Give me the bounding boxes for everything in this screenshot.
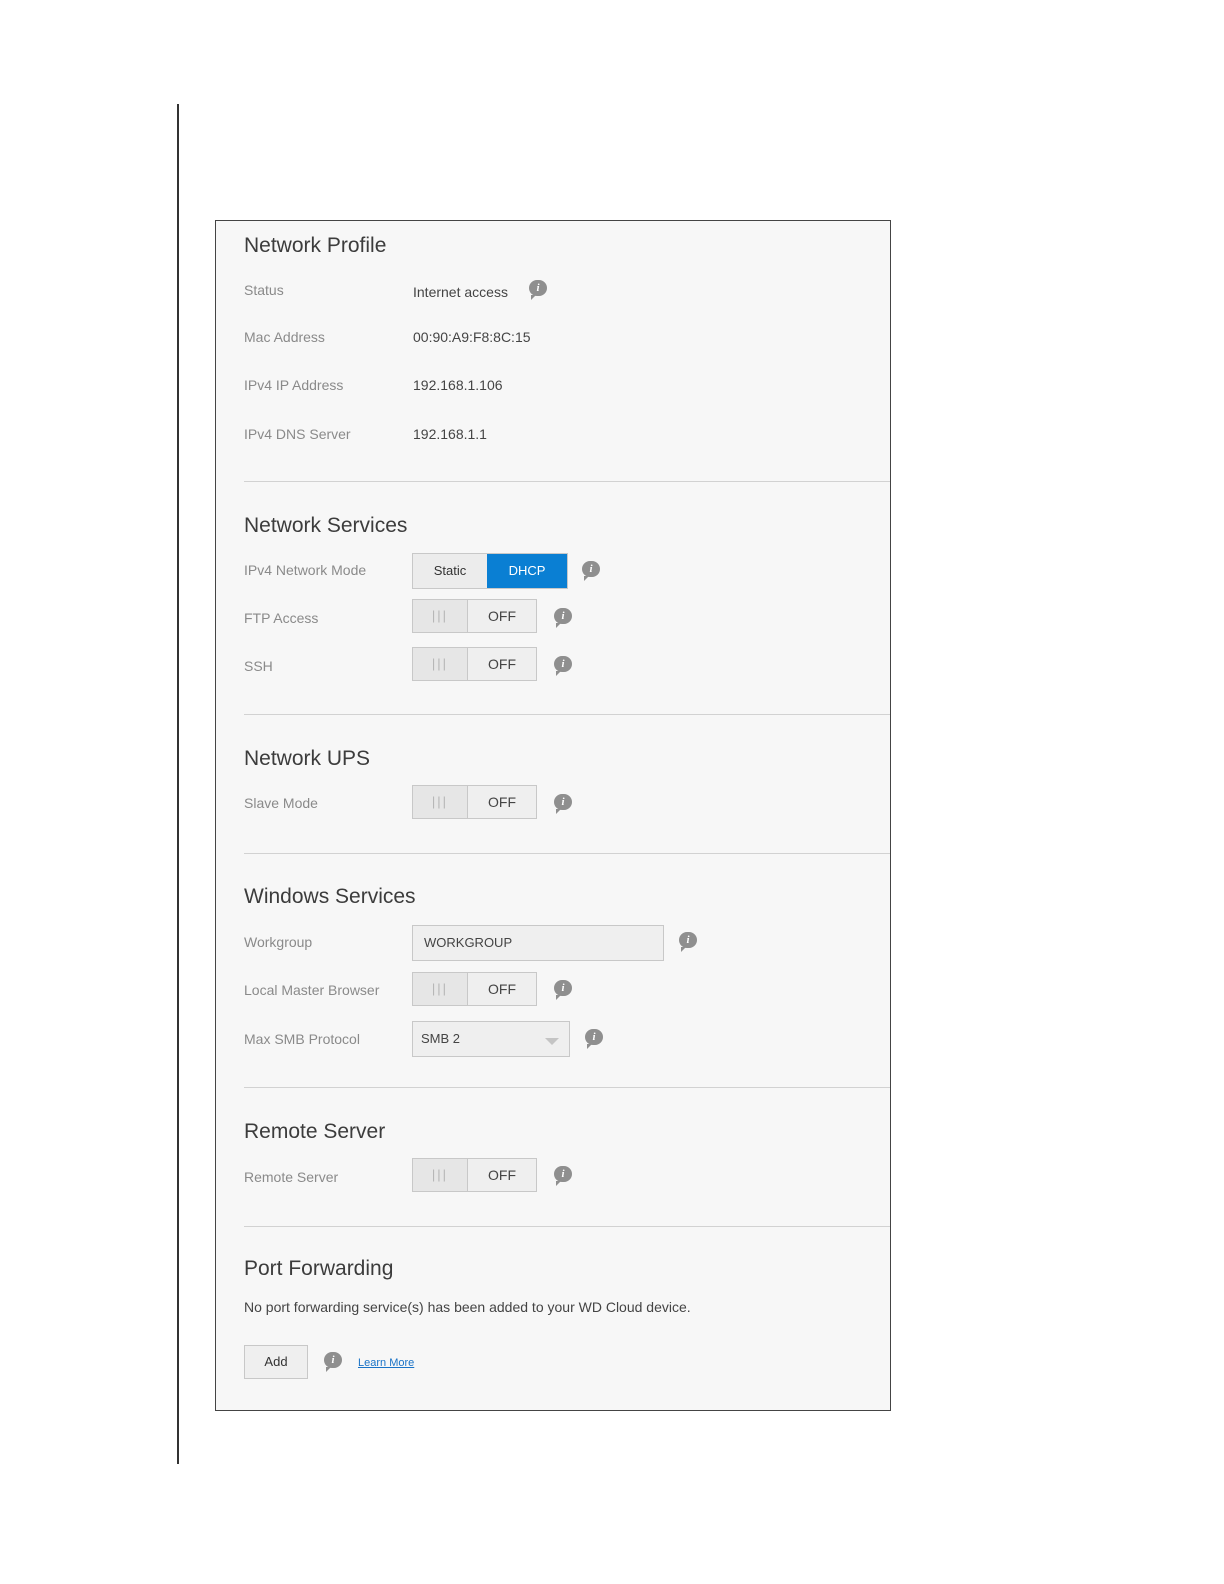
section-title-network-ups: Network UPS <box>244 747 371 770</box>
status-value: Internet access <box>413 284 508 300</box>
ipv4-mode-label: IPv4 Network Mode <box>244 562 367 578</box>
toggle-state: OFF <box>488 794 516 810</box>
info-icon[interactable]: i <box>324 1352 342 1372</box>
info-icon[interactable]: i <box>529 280 547 300</box>
slave-mode-label: Slave Mode <box>244 795 318 811</box>
toggle-knob-icon: ||| <box>413 1159 468 1191</box>
remote-server-label: Remote Server <box>244 1169 339 1185</box>
toggle-knob-icon: ||| <box>413 648 468 680</box>
ssh-label: SSH <box>244 658 273 674</box>
info-icon[interactable]: i <box>554 608 572 628</box>
section-divider <box>244 853 890 854</box>
toggle-state: OFF <box>488 608 516 624</box>
info-icon[interactable]: i <box>554 794 572 814</box>
dhcp-option[interactable]: DHCP <box>487 554 567 588</box>
max-smb-select[interactable]: SMB 2 <box>412 1021 570 1057</box>
mac-address-label: Mac Address <box>244 329 325 345</box>
toggle-state: OFF <box>488 656 516 672</box>
local-master-browser-label: Local Master Browser <box>244 982 380 998</box>
workgroup-input[interactable]: WORKGROUP <box>412 925 664 961</box>
info-icon[interactable]: i <box>582 561 600 581</box>
ftp-access-label: FTP Access <box>244 610 319 626</box>
section-title-network-services: Network Services <box>244 514 408 537</box>
info-icon[interactable]: i <box>554 980 572 1000</box>
info-icon[interactable]: i <box>679 932 697 952</box>
toggle-state: OFF <box>488 981 516 997</box>
section-title-windows-services: Windows Services <box>244 885 416 908</box>
page-margin-rule <box>177 104 179 1464</box>
chevron-down-icon <box>545 1038 559 1045</box>
mac-address-value: 00:90:A9:F8:8C:15 <box>413 329 531 345</box>
section-divider <box>244 481 890 482</box>
workgroup-label: Workgroup <box>244 934 313 950</box>
remote-server-toggle[interactable]: ||| OFF <box>412 1158 537 1192</box>
section-divider <box>244 714 890 715</box>
ipv4-ip-value: 192.168.1.106 <box>413 377 503 393</box>
learn-more-link[interactable]: Learn More <box>358 1357 414 1369</box>
toggle-state: OFF <box>488 1167 516 1183</box>
port-forwarding-message: No port forwarding service(s) has been a… <box>244 1299 691 1315</box>
info-icon[interactable]: i <box>585 1029 603 1049</box>
ipv4-dns-label: IPv4 DNS Server <box>244 426 351 442</box>
section-title-network-profile: Network Profile <box>244 234 387 257</box>
slave-mode-toggle[interactable]: ||| OFF <box>412 785 537 819</box>
section-title-port-forwarding: Port Forwarding <box>244 1257 394 1280</box>
toggle-knob-icon: ||| <box>413 786 468 818</box>
max-smb-selected-value: SMB 2 <box>421 1031 461 1046</box>
ipv4-ip-label: IPv4 IP Address <box>244 377 344 393</box>
status-label: Status <box>244 282 284 298</box>
ftp-access-toggle[interactable]: ||| OFF <box>412 599 537 633</box>
section-divider <box>244 1226 890 1227</box>
toggle-knob-icon: ||| <box>413 973 468 1005</box>
info-icon[interactable]: i <box>554 1166 572 1186</box>
ipv4-dns-value: 192.168.1.1 <box>413 426 487 442</box>
local-master-browser-toggle[interactable]: ||| OFF <box>412 972 537 1006</box>
add-port-forwarding-button[interactable]: Add <box>244 1345 308 1379</box>
toggle-knob-icon: ||| <box>413 600 468 632</box>
max-smb-label: Max SMB Protocol <box>244 1031 360 1047</box>
settings-panel: Network Profile Status Internet access i… <box>215 220 891 1411</box>
ssh-toggle[interactable]: ||| OFF <box>412 647 537 681</box>
section-divider <box>244 1087 890 1088</box>
ipv4-mode-segmented-control: Static DHCP <box>412 553 568 589</box>
static-option[interactable]: Static <box>413 554 487 588</box>
info-icon[interactable]: i <box>554 656 572 676</box>
section-title-remote-server: Remote Server <box>244 1120 386 1143</box>
